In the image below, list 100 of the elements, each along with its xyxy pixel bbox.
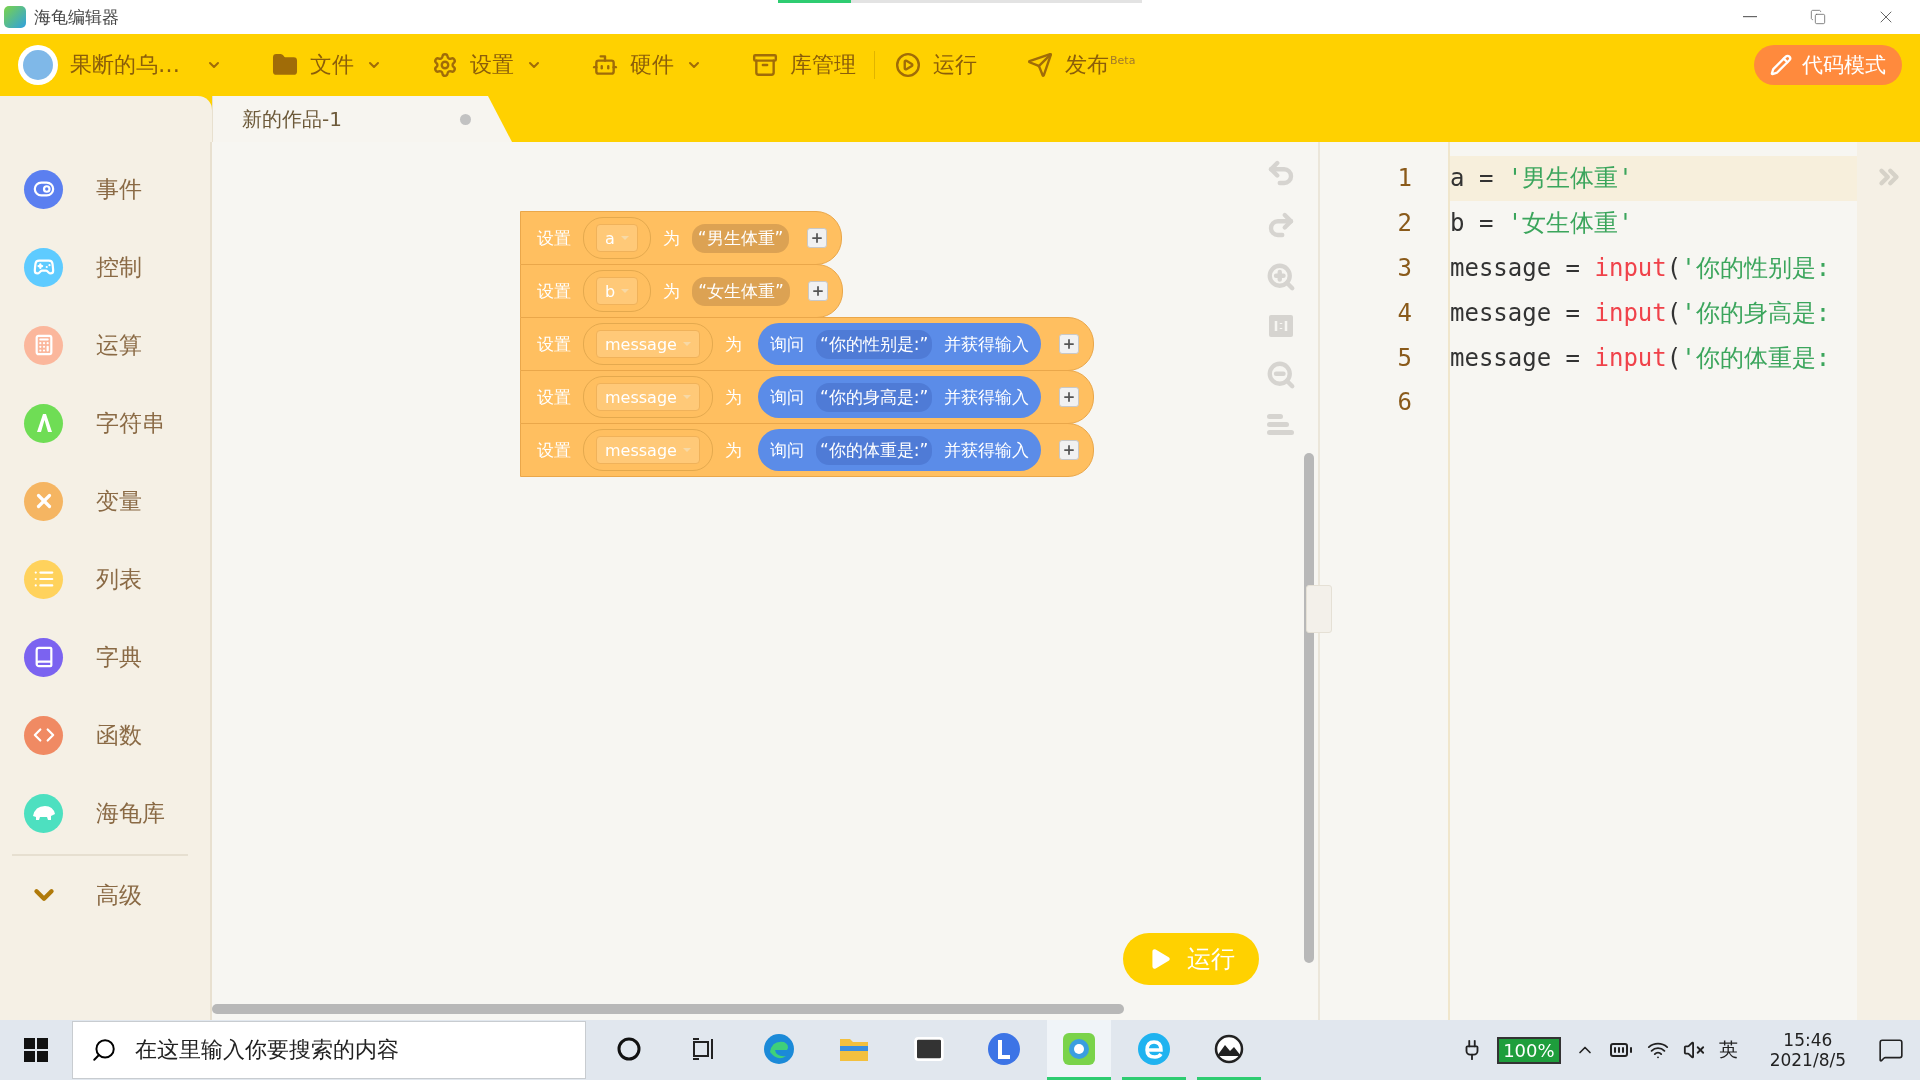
line-number: 1: [1396, 163, 1413, 195]
ask-input-block[interactable]: 询问 “你的体重是:” 并获得输入: [757, 429, 1042, 471]
panel-resize-handle[interactable]: [1306, 585, 1332, 633]
windows-logo-icon: [24, 1038, 48, 1062]
ask-input-block[interactable]: 询问 “你的身高是:” 并获得输入: [757, 376, 1042, 418]
block-label: 设置: [537, 438, 571, 462]
line-number: 6: [1396, 387, 1413, 419]
block-label: 为: [724, 438, 742, 462]
input-method[interactable]: 英: [1718, 1037, 1738, 1063]
minimize-icon: [1743, 16, 1757, 18]
add-button[interactable]: [1059, 440, 1080, 460]
menu-item[interactable]: 文件: [272, 50, 382, 80]
pencil-icon: [1770, 54, 1792, 76]
category-label: 运算: [96, 330, 142, 360]
set-variable-block[interactable]: 设置 message 为 询问 “你的体重是:” 并获得输入: [520, 423, 1095, 477]
menu-item[interactable]: 库管理: [752, 50, 856, 80]
category-label: 变量: [96, 486, 142, 516]
category-item[interactable]: 海龟库: [0, 774, 210, 852]
battery-level: 100%: [1497, 1036, 1561, 1064]
settings-icon: [432, 52, 458, 78]
text-value[interactable]: “你的身高是:”: [815, 382, 933, 412]
set-variable-block[interactable]: 设置 a 为 “男生体重”: [520, 211, 843, 265]
plus-icon: [1062, 443, 1077, 457]
restore-icon: [1810, 9, 1826, 25]
block-label: 询问: [769, 385, 804, 409]
plus-icon: [1062, 337, 1077, 351]
menu-item[interactable]: 设置: [432, 50, 542, 80]
text-value[interactable]: “男生体重”: [691, 223, 790, 253]
ask-input-block[interactable]: 询问 “你的性别是:” 并获得输入: [757, 323, 1042, 365]
set-variable-block[interactable]: 设置 message 为 询问 “你的性别是:” 并获得输入: [520, 317, 1095, 371]
category-label: 控制: [96, 252, 142, 282]
menu-item[interactable]: 硬件: [592, 50, 702, 80]
add-button[interactable]: [1059, 334, 1080, 354]
play-icon: [895, 52, 921, 78]
line-number: 2: [1396, 208, 1413, 240]
horizontal-scrollbar[interactable]: [212, 1004, 1124, 1014]
box-icon: [752, 52, 778, 78]
category-item[interactable]: 运算: [0, 306, 210, 384]
file-tab[interactable]: 新的作品-1: [212, 96, 512, 142]
block-label: 设置: [537, 226, 571, 250]
add-button[interactable]: [807, 228, 828, 248]
search-icon: [91, 1037, 117, 1063]
gamepad-icon: [32, 256, 55, 278]
category-item[interactable]: 列表: [0, 540, 210, 618]
category-item[interactable]: 事件: [0, 150, 210, 228]
code-line: message = input('你的性别是:: [1450, 253, 1832, 284]
block-label: 设置: [537, 279, 571, 303]
circle-icon: [617, 1036, 641, 1061]
block-label: 设置: [537, 385, 571, 409]
plus-icon: [810, 284, 825, 298]
app-logo-icon: [4, 6, 26, 28]
vertical-scrollbar[interactable]: [1304, 453, 1314, 963]
user-menu[interactable]: 果断的乌…: [70, 50, 222, 80]
block-label: 询问: [769, 438, 804, 462]
text-value[interactable]: “你的性别是:”: [815, 329, 933, 359]
block-label: 为: [662, 226, 680, 250]
code-line: message = input('你的身高是:: [1450, 297, 1832, 329]
line-number: 5: [1396, 342, 1413, 374]
letter-l-app-icon: [987, 1031, 1021, 1066]
notification-icon[interactable]: [1878, 1037, 1904, 1063]
block-label: 询问: [769, 332, 804, 356]
text-value[interactable]: “女生体重”: [692, 276, 790, 306]
advanced-item[interactable]: 高级: [0, 856, 210, 934]
block-label: 为: [724, 332, 742, 356]
text-value[interactable]: “你的体重是:”: [815, 435, 933, 465]
list-icon: [32, 568, 55, 590]
category-label: 列表: [96, 564, 142, 594]
category-item[interactable]: 控制: [0, 228, 210, 306]
block-label: 并获得输入: [944, 385, 1030, 409]
set-variable-block[interactable]: 设置 message 为 询问 “你的身高是:” 并获得输入: [520, 370, 1095, 424]
category-label: 字典: [96, 642, 142, 672]
line-number: 3: [1396, 253, 1413, 284]
category-label: 事件: [96, 174, 142, 204]
menu-item[interactable]: 运行: [895, 50, 977, 80]
mute-icon[interactable]: [1682, 1039, 1705, 1061]
paper-plane-icon: [1027, 52, 1053, 78]
block-label: 为: [724, 385, 742, 409]
window-title: 海龟编辑器: [34, 5, 120, 29]
browser-icon: [762, 1031, 796, 1066]
block-label: 设置: [537, 332, 571, 356]
set-variable-block[interactable]: 设置 b 为 “女生体重”: [520, 264, 843, 318]
add-button[interactable]: [1059, 387, 1080, 407]
add-button[interactable]: [807, 281, 828, 301]
code-mode-button[interactable]: 代码模式: [1754, 45, 1902, 85]
category-item[interactable]: 变量: [0, 462, 210, 540]
category-item[interactable]: 字符串: [0, 384, 210, 462]
turtle-icon: [30, 804, 57, 822]
code-line: message = input('你的体重是:: [1450, 342, 1832, 374]
category-label: 函数: [96, 720, 142, 750]
category-label: 海龟库: [96, 798, 165, 828]
avatar[interactable]: [18, 45, 58, 85]
clock[interactable]: 15:46 2021/8/5: [1769, 1030, 1846, 1070]
toggle-icon: [32, 178, 55, 200]
menu-item[interactable]: 发布$^{Beta}$: [1027, 50, 1136, 80]
category-item[interactable]: 函数: [0, 696, 210, 774]
category-item[interactable]: 字典: [0, 618, 210, 696]
search-field[interactable]: 在这里输入你要搜索的内容: [72, 1021, 586, 1079]
block-label: 为: [663, 279, 681, 303]
block-label: 并获得输入: [944, 332, 1030, 356]
code-line: b = '女生体重': [1450, 208, 1634, 240]
